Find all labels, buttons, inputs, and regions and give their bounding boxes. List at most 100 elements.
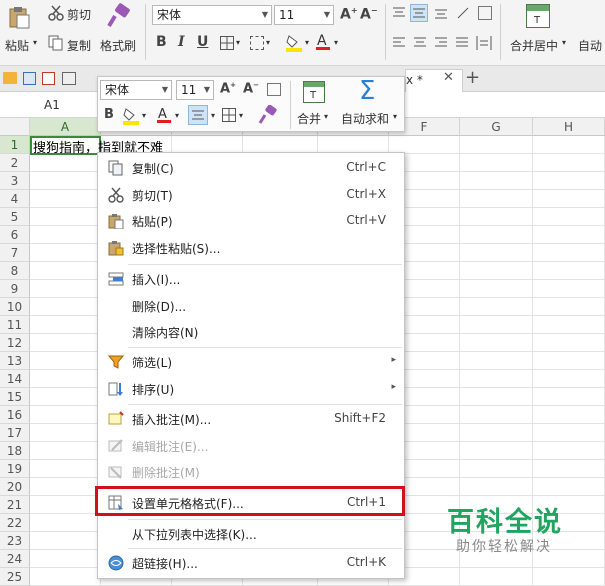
auto-button[interactable]: 自动 <box>578 37 602 54</box>
format-painter-icon[interactable] <box>106 3 132 29</box>
align-left-icon[interactable] <box>392 36 406 50</box>
row-header[interactable]: 14 <box>0 370 30 388</box>
document-tab[interactable]: x * <box>405 69 463 92</box>
row-header[interactable]: 15 <box>0 388 30 406</box>
print-preview-icon[interactable] <box>42 72 55 85</box>
merge-icon[interactable]: T <box>303 81 325 103</box>
row-header[interactable]: 17 <box>0 424 30 442</box>
cell-style-icon[interactable] <box>250 36 264 50</box>
border-icon[interactable] <box>220 36 234 50</box>
font-size-select[interactable]: 11 ▼ <box>274 5 334 25</box>
paste-icon[interactable] <box>8 5 30 29</box>
name-box[interactable]: A1 <box>44 98 60 112</box>
mini-merge-button[interactable]: 合并 <box>297 110 321 127</box>
justify-icon[interactable] <box>455 36 469 50</box>
chevron-down-icon[interactable]: ▾ <box>239 111 243 120</box>
chevron-down-icon[interactable]: ▾ <box>334 38 338 47</box>
chevron-down-icon[interactable]: ▾ <box>266 38 270 47</box>
align-right-icon[interactable] <box>434 36 448 50</box>
row-header[interactable]: 22 <box>0 514 30 532</box>
sigma-icon[interactable]: Σ <box>359 76 375 106</box>
row-header[interactable]: 19 <box>0 460 30 478</box>
underline-button[interactable]: U <box>197 34 208 50</box>
fill-color-icon[interactable] <box>122 106 140 126</box>
row-header[interactable]: 2 <box>0 154 30 172</box>
align-middle-icon[interactable] <box>410 4 428 22</box>
menu-item-sort[interactable]: 排序(U) ▸ <box>98 376 404 402</box>
font-color-icon[interactable]: A <box>315 32 331 52</box>
chevron-down-icon[interactable]: ▾ <box>562 38 566 47</box>
row-header[interactable]: 24 <box>0 550 30 568</box>
menu-item-paste-special[interactable]: 选择性粘贴(S)... <box>98 235 404 261</box>
chevron-down-icon[interactable]: ▾ <box>236 38 240 47</box>
menu-item-pick-from-list[interactable]: 从下拉列表中选择(K)... <box>98 521 404 547</box>
merge-center-icon[interactable]: T <box>526 4 550 28</box>
distribute-icon[interactable] <box>476 36 492 50</box>
row-header[interactable]: 21 <box>0 496 30 514</box>
format-painter-icon[interactable] <box>258 104 278 125</box>
fill-color-icon[interactable] <box>285 33 303 53</box>
mini-bold-button[interactable]: B <box>104 107 114 122</box>
chevron-down-icon[interactable]: ▾ <box>393 112 397 121</box>
scissors-icon[interactable] <box>48 5 64 21</box>
format-painter-button[interactable]: 格式刷 <box>100 37 136 54</box>
mini-font-size-select[interactable]: 11 ▼ <box>176 80 214 100</box>
row-header[interactable]: 10 <box>0 298 30 316</box>
row-header[interactable]: 3 <box>0 172 30 190</box>
row-header[interactable]: 16 <box>0 406 30 424</box>
select-all-corner[interactable] <box>0 118 30 136</box>
row-header[interactable]: 13 <box>0 352 30 370</box>
menu-item-filter[interactable]: 筛选(L) ▸ <box>98 349 404 375</box>
decrease-font-icon[interactable]: A− <box>360 6 378 23</box>
orientation-icon[interactable] <box>456 6 470 20</box>
merge-center-button[interactable]: 合并居中 <box>510 37 558 54</box>
menu-item-delete[interactable]: 删除(D)... <box>98 293 404 319</box>
row-header[interactable]: 23 <box>0 532 30 550</box>
row-header[interactable]: 20 <box>0 478 30 496</box>
border-icon[interactable] <box>222 108 236 122</box>
align-center-icon[interactable] <box>188 105 208 125</box>
chevron-down-icon[interactable]: ▾ <box>175 111 179 120</box>
row-header[interactable]: 9 <box>0 280 30 298</box>
menu-item-paste[interactable]: 粘贴(P) Ctrl+V <box>98 208 404 234</box>
row-header[interactable]: 25 <box>0 568 30 586</box>
clear-format-icon[interactable] <box>267 83 281 96</box>
row-header[interactable]: 12 <box>0 334 30 352</box>
row-header[interactable]: 7 <box>0 244 30 262</box>
font-name-select[interactable]: 宋体 ▼ <box>152 5 272 25</box>
chevron-down-icon[interactable]: ▾ <box>324 112 328 121</box>
print-icon[interactable] <box>62 72 76 85</box>
paste-button[interactable]: 粘贴 <box>5 37 29 54</box>
menu-item-hyperlink[interactable]: 超链接(H)... Ctrl+K <box>98 550 404 576</box>
row-header[interactable]: 11 <box>0 316 30 334</box>
copy-button[interactable]: 复制 <box>67 37 91 54</box>
font-color-icon[interactable]: A <box>156 105 172 125</box>
menu-item-copy[interactable]: 复制(C) Ctrl+C <box>98 155 404 181</box>
close-icon[interactable]: ✕ <box>443 70 454 85</box>
column-header[interactable]: H <box>533 118 605 136</box>
mini-autosum-button[interactable]: 自动求和 <box>341 110 389 127</box>
italic-button[interactable]: I <box>178 34 185 50</box>
paste-dropdown-icon[interactable]: ▾ <box>33 38 37 47</box>
align-top-icon[interactable] <box>392 6 406 20</box>
save-icon[interactable] <box>23 72 36 85</box>
row-header[interactable]: 5 <box>0 208 30 226</box>
increase-font-icon[interactable]: A+ <box>220 81 236 96</box>
align-bottom-icon[interactable] <box>434 6 448 20</box>
row-header[interactable]: 1 <box>0 136 30 154</box>
row-header[interactable]: 4 <box>0 190 30 208</box>
align-center-icon[interactable] <box>413 36 427 50</box>
chevron-down-icon[interactable]: ▾ <box>211 111 215 120</box>
copy-icon[interactable] <box>48 35 64 51</box>
chevron-down-icon[interactable]: ▾ <box>305 38 309 47</box>
row-header[interactable]: 8 <box>0 262 30 280</box>
wrap-text-icon[interactable] <box>478 6 492 20</box>
menu-item-insert-comment[interactable]: 插入批注(M)... Shift+F2 <box>98 406 404 432</box>
decrease-font-icon[interactable]: A− <box>243 81 259 96</box>
menu-item-clear-contents[interactable]: 清除内容(N) <box>98 319 404 345</box>
row-header[interactable]: 6 <box>0 226 30 244</box>
menu-item-insert[interactable]: 插入(I)... <box>98 266 404 292</box>
cut-button[interactable]: 剪切 <box>67 6 91 23</box>
column-header[interactable]: A <box>30 118 101 136</box>
column-header[interactable]: G <box>460 118 533 136</box>
